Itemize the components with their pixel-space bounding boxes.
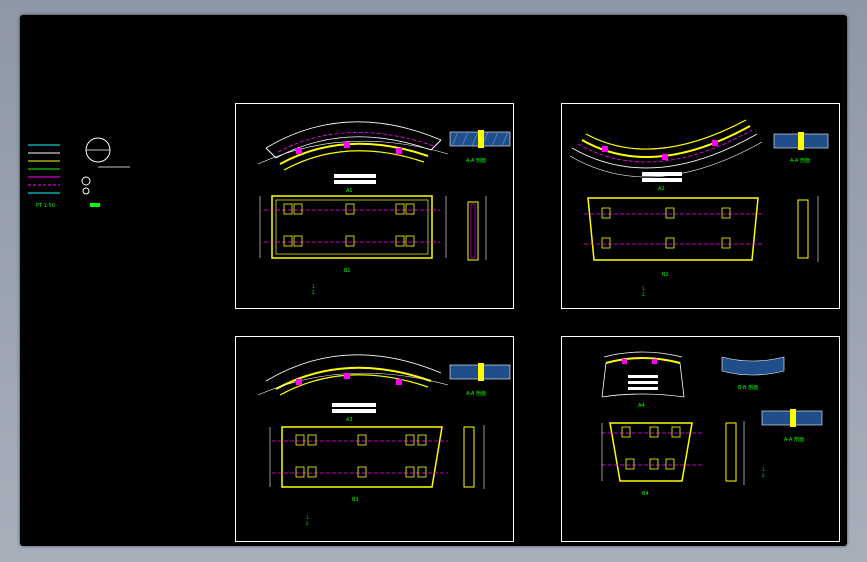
section-aa: A-A 剖面: [761, 409, 823, 443]
sheet-4-drawing: A4 B-B 剖面 A-A 剖面 B4 1. 2.: [601, 351, 823, 497]
legend-scale: PT 1:50: [36, 203, 55, 209]
svg-text:1.: 1.: [762, 467, 766, 472]
svg-text:B4: B4: [642, 491, 649, 497]
svg-text:1.: 1.: [642, 286, 646, 291]
svg-text:A-A 剖面: A-A 剖面: [790, 157, 810, 164]
svg-text:2.: 2.: [312, 290, 316, 295]
side-section: [797, 196, 819, 262]
svg-text:A-A 剖面: A-A 剖面: [784, 436, 804, 443]
elevation: B2: [584, 197, 762, 278]
curved-plan: [257, 121, 449, 184]
sheet-2-drawing: A2 A-A 剖面 B2 1. 2.: [569, 119, 829, 297]
svg-text:B3: B3: [352, 497, 359, 503]
side-section: [467, 196, 487, 261]
section-aa: A-A 剖面: [449, 363, 511, 397]
legend-lines: [28, 144, 60, 194]
svg-text:2.: 2.: [762, 473, 766, 478]
sheet-3[interactable]: A3 A-A 剖面 B3 1. 2.: [235, 336, 514, 542]
section-aa: A-A 剖面: [773, 132, 829, 164]
svg-text:A2: A2: [658, 186, 665, 192]
svg-text:1.: 1.: [312, 284, 316, 289]
svg-text:A4: A4: [638, 403, 645, 409]
sheet-1-drawing: A1 A-A 剖面 B1 1. 2.: [257, 121, 511, 295]
svg-text:2.: 2.: [642, 292, 646, 297]
svg-text:B1: B1: [344, 268, 351, 274]
svg-text:A-A 剖面: A-A 剖面: [466, 390, 486, 397]
sheet-3-drawing: A3 A-A 剖面 B3 1. 2.: [257, 354, 511, 526]
plan-label: A1: [346, 188, 353, 194]
section-aa: A-A 剖面: [449, 130, 511, 164]
legend-block: PT 1:50: [28, 137, 130, 209]
side-section: [463, 425, 485, 489]
section-bb: B-B 剖面: [721, 356, 785, 391]
svg-text:A-A 剖面: A-A 剖面: [466, 157, 486, 164]
svg-text:B-B 剖面: B-B 剖面: [738, 384, 758, 391]
side-section: [725, 421, 745, 485]
sheet-4[interactable]: A4 B-B 剖面 A-A 剖面 B4 1. 2.: [561, 336, 840, 542]
elevation: B3: [269, 426, 448, 503]
svg-text:B2: B2: [662, 272, 669, 278]
svg-text:A3: A3: [346, 417, 353, 423]
svg-text:1.: 1.: [306, 515, 310, 520]
elevation: B1: [259, 195, 447, 274]
cad-drawing-canvas[interactable]: PT 1:50 A1 A-A 剖面 B1 1. 2. A2 A-A 剖面 B2 …: [20, 15, 847, 546]
elevation: B4: [601, 422, 702, 497]
svg-text:2.: 2.: [306, 521, 310, 526]
sheet-1[interactable]: A1 A-A 剖面 B1 1. 2.: [235, 103, 514, 309]
sheet-2[interactable]: A2 A-A 剖面 B2 1. 2.: [561, 103, 840, 309]
